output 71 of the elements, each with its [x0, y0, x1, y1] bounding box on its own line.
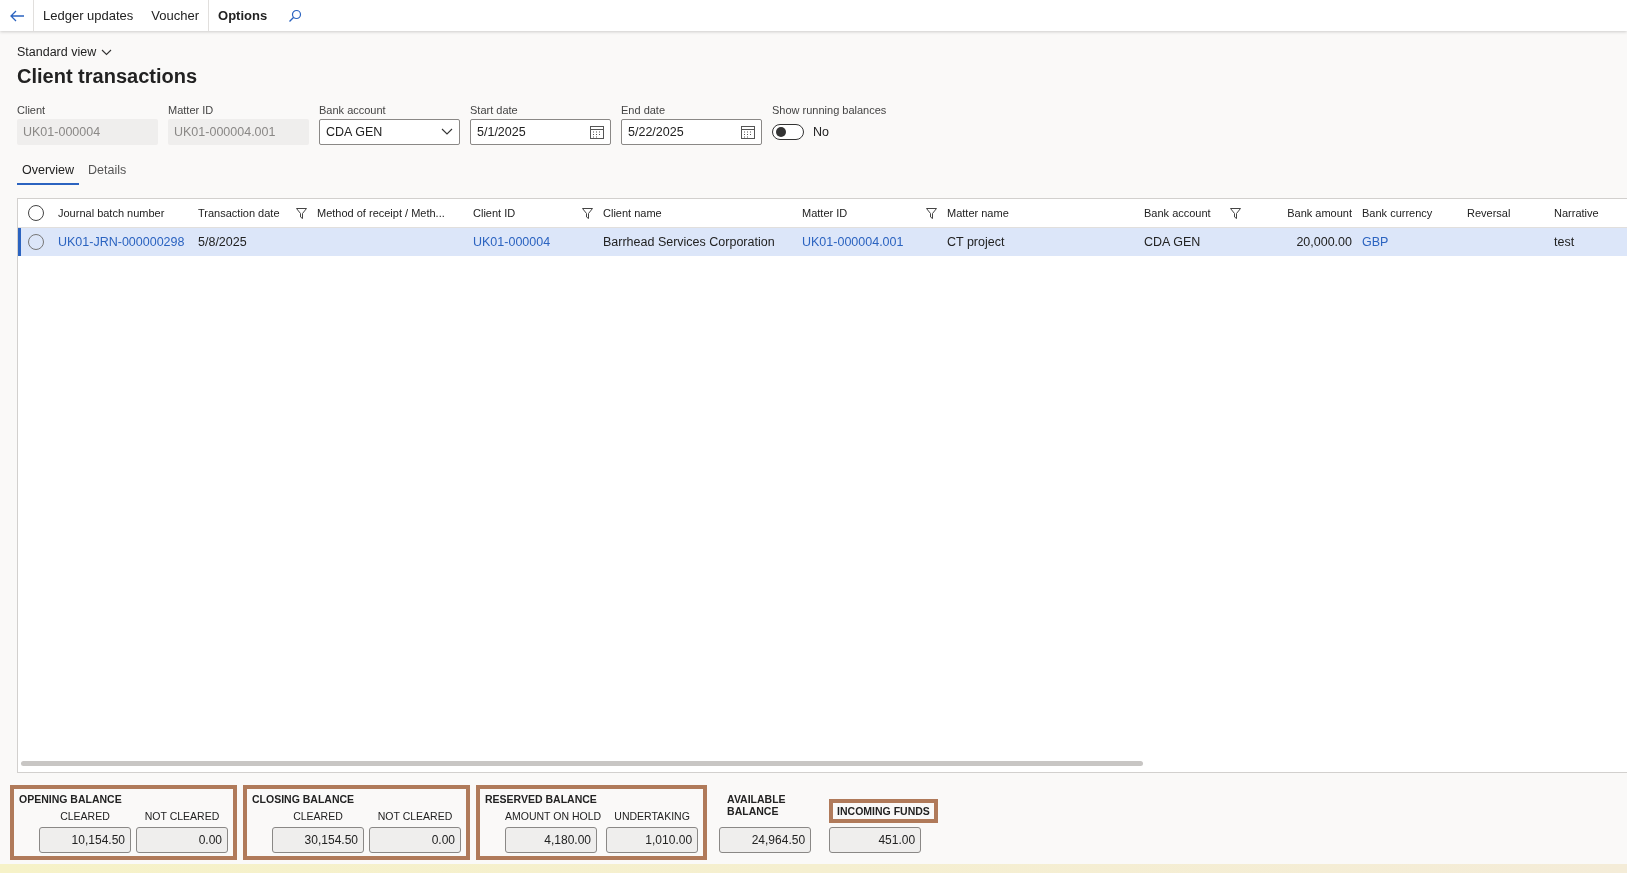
cell-link[interactable]: UK01-JRN-000000298 [58, 235, 185, 249]
toggle-switch[interactable] [772, 124, 804, 140]
field-label: Show running balances [772, 104, 887, 116]
group-title: OPENING BALANCE [19, 793, 123, 805]
calendar-icon [590, 125, 604, 139]
cell-link[interactable]: UK01-000004.001 [802, 235, 904, 249]
field-label: CLEARED [292, 810, 344, 822]
group-title: CLOSING BALANCE [252, 793, 356, 805]
chevron-down-icon [441, 128, 453, 136]
table-cell: 20,000.00 [1296, 235, 1352, 249]
column-header[interactable]: Bank currency [1358, 207, 1463, 219]
field-label: NOT CLEARED [376, 810, 454, 822]
filter-icon[interactable] [1230, 207, 1241, 219]
field-label: UNDERTAKING [613, 810, 691, 822]
group-title: INCOMING FUNDS [829, 799, 938, 823]
field-label: Bank account [319, 104, 387, 116]
view-selector[interactable]: Standard view [17, 45, 113, 59]
field-label: NOT CLEARED [143, 810, 221, 822]
cell-link[interactable]: UK01-000004 [473, 235, 551, 249]
group-title: RESERVED BALANCE [485, 793, 598, 805]
field-label: AMOUNT ON HOLD [505, 810, 602, 822]
amount-field: 4,180.00 [505, 827, 597, 853]
field-label: End date [621, 104, 667, 116]
table-row[interactable]: UK01-JRN-000000298 5/8/2025 UK01-000004 Barrhead Services Corporation UK01-000004.001 CT project CDA GEN 20,000.00 GBP test [18, 228, 1627, 256]
table-cell: Barrhead Services Corporation [603, 235, 775, 249]
table-cell: test [1554, 235, 1575, 249]
scrollbar-thumb[interactable] [21, 761, 1143, 766]
amount-field: 451.00 [829, 827, 922, 853]
field-label: Start date [470, 104, 519, 116]
chevron-down-icon [101, 48, 113, 56]
column-header[interactable]: Client name [599, 207, 798, 219]
filter-icon[interactable] [582, 207, 593, 219]
column-header[interactable]: Matter ID [798, 207, 943, 219]
table-cell: CT project [947, 235, 1005, 249]
amount-field: 1,010.00 [606, 827, 699, 853]
search-icon [288, 8, 303, 23]
field-label: Client [17, 104, 47, 116]
amount-field: 10,154.50 [39, 827, 131, 853]
group-title: AVAILABLE BALANCE [726, 792, 787, 819]
amount-field: 24,964.50 [719, 827, 812, 853]
field-label: CLEARED [59, 810, 111, 822]
calendar-icon [741, 125, 755, 139]
tab[interactable]: Details [83, 159, 132, 185]
amount-field: 0.00 [369, 827, 461, 853]
table-cell: CDA GEN [1144, 235, 1201, 249]
column-header[interactable]: Transaction date [194, 207, 313, 219]
column-header[interactable]: Bank account [1140, 207, 1247, 219]
column-header[interactable]: Matter name [943, 207, 1140, 219]
input-field[interactable]: CDA GEN [319, 119, 460, 145]
table-cell: 5/8/2025 [198, 235, 247, 249]
column-header[interactable]: Reversal [1463, 207, 1550, 219]
page-title: Client transactions [17, 65, 199, 88]
filter-icon[interactable] [926, 207, 937, 219]
input-field[interactable]: 5/1/2025 [470, 119, 611, 145]
amount-field: 0.00 [136, 827, 228, 853]
field-label: Matter ID [168, 104, 215, 116]
toolbar-tab[interactable]: Options [208, 0, 277, 31]
column-header[interactable]: Narrative [1550, 207, 1627, 219]
column-header[interactable]: Bank amount [1247, 207, 1358, 219]
input-field[interactable]: 5/22/2025 [621, 119, 762, 145]
column-header[interactable]: Client ID [469, 207, 599, 219]
column-header[interactable]: Journal batch number [54, 207, 194, 219]
toolbar-tab[interactable]: Ledger updates [34, 0, 143, 31]
column-header[interactable]: Method of receipt / Meth... [313, 207, 469, 219]
amount-field: 30,154.50 [272, 827, 364, 853]
cell-link[interactable]: GBP [1362, 235, 1389, 249]
tab[interactable]: Overview [17, 159, 80, 185]
toggle-value: No [813, 125, 829, 139]
filter-icon[interactable] [296, 207, 307, 219]
toolbar-tab[interactable]: Voucher [142, 0, 209, 31]
back-arrow-icon [8, 9, 25, 22]
